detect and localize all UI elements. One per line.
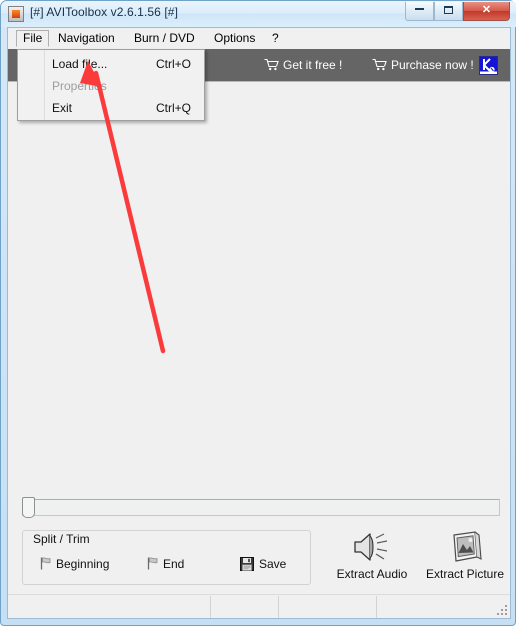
status-cell-2 (211, 596, 279, 618)
resize-grip-icon[interactable] (496, 604, 508, 616)
close-icon: ✕ (481, 4, 492, 16)
end-button[interactable]: End (147, 553, 184, 575)
video-display-area[interactable] (8, 82, 510, 485)
picture-icon (419, 529, 511, 565)
window-title: [#] AVIToolbox v2.6.1.56 [#] (30, 5, 179, 19)
shopping-cart-icon (264, 56, 279, 71)
speaker-icon (326, 529, 418, 565)
application-icon (8, 6, 24, 22)
extract-picture-label: Extract Picture (425, 567, 505, 581)
vendor-logo-icon[interactable] (479, 56, 498, 75)
purchase-now-button[interactable]: Purchase now ! (372, 54, 474, 76)
get-it-free-button[interactable]: Get it free ! (264, 54, 342, 76)
extract-audio-label: Extract Audio (336, 567, 408, 581)
menu-item-load-file[interactable]: Load file... Ctrl+O (46, 53, 205, 75)
shopping-cart-icon (372, 56, 387, 71)
menu-item-exit[interactable]: Exit Ctrl+Q (46, 97, 205, 119)
status-bar (8, 594, 510, 618)
menu-help[interactable]: ? (266, 30, 285, 47)
application-window: [#] AVIToolbox v2.6.1.56 [#] ✕ File Navi… (0, 0, 516, 626)
title-bar[interactable]: [#] AVIToolbox v2.6.1.56 [#] ✕ (1, 1, 516, 27)
menu-bar: File Navigation Burn / DVD Options ? (8, 28, 510, 50)
minimize-icon (415, 8, 424, 10)
maximize-button[interactable] (434, 2, 463, 21)
save-label: Save (259, 557, 287, 571)
menu-options[interactable]: Options (208, 30, 261, 47)
end-label: End (163, 557, 185, 571)
client-area: File Navigation Burn / DVD Options ? Get… (7, 27, 511, 619)
minimize-button[interactable] (405, 2, 434, 21)
position-slider-area (8, 485, 510, 526)
split-trim-group-label: Split / Trim (29, 532, 94, 546)
extract-audio-button[interactable]: Extract Audio (326, 529, 418, 581)
menu-item-exit-accel: Ctrl+Q (155, 101, 191, 115)
flag-icon (147, 555, 158, 570)
position-slider-thumb[interactable] (22, 497, 35, 518)
close-button[interactable]: ✕ (463, 2, 510, 21)
get-it-free-label: Get it free ! (283, 58, 343, 72)
position-slider-track[interactable] (22, 499, 500, 516)
menu-navigation[interactable]: Navigation (52, 30, 121, 47)
status-cell-4 (377, 596, 509, 618)
save-button[interactable]: Save (240, 553, 286, 575)
menu-gutter (18, 50, 45, 120)
purchase-now-label: Purchase now ! (391, 58, 474, 72)
menu-item-properties-label: Properties (52, 79, 107, 93)
menu-item-load-file-label: Load file... (52, 57, 108, 71)
status-cell-3 (279, 596, 377, 618)
maximize-icon (444, 6, 453, 14)
beginning-button[interactable]: Beginning (40, 553, 109, 575)
extract-picture-button[interactable]: Extract Picture (419, 529, 511, 581)
file-menu-dropdown[interactable]: Load file... Ctrl+O Properties Exit Ctrl… (17, 49, 205, 121)
menu-burn-dvd[interactable]: Burn / DVD (128, 30, 201, 47)
flag-icon (40, 555, 51, 570)
menu-item-exit-label: Exit (52, 101, 73, 115)
beginning-label: Beginning (56, 557, 110, 571)
status-cell-1 (9, 596, 211, 618)
menu-item-properties: Properties (46, 75, 205, 97)
bottom-panel: Split / Trim Beginning End Save Extract … (8, 521, 510, 594)
menu-item-load-file-accel: Ctrl+O (155, 57, 191, 71)
menu-file[interactable]: File (16, 30, 50, 47)
floppy-disk-icon (240, 556, 254, 571)
